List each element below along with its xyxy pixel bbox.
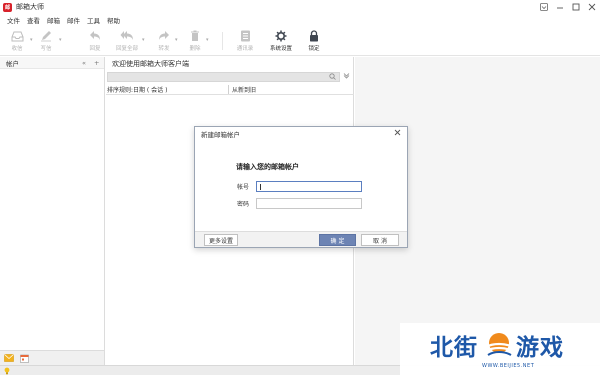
watermark-text-right: 游戏 xyxy=(516,335,564,361)
watermark-text-left: 北街 xyxy=(430,335,478,361)
collapse-icon[interactable]: « xyxy=(82,59,86,67)
menu-mailbox[interactable]: 邮箱 xyxy=(47,15,60,25)
mail-view-icon[interactable] xyxy=(3,353,14,364)
ok-button[interactable]: 确 定 xyxy=(319,234,356,246)
receive-icon xyxy=(11,28,24,43)
settings-button[interactable]: 系统设置 xyxy=(266,28,296,52)
compose-button[interactable]: 写信 xyxy=(31,28,61,52)
accounts-pane: 帐户 « + xyxy=(0,57,105,365)
compose-dropdown-icon[interactable]: ▾ xyxy=(59,37,62,43)
accounts-title: 帐户 xyxy=(6,59,19,68)
dialog-heading: 请输入您的邮箱帐户 xyxy=(236,163,299,171)
lightbulb-icon[interactable] xyxy=(4,367,10,375)
reply-all-icon xyxy=(120,28,134,43)
password-field[interactable] xyxy=(256,198,362,209)
contacts-label: 通讯录 xyxy=(236,46,254,52)
sort-rule[interactable]: 排序规则:日期 ( 会话 ) xyxy=(106,85,228,94)
trash-icon xyxy=(190,28,200,43)
dialog-title: 新建邮箱帐户 xyxy=(201,131,240,139)
menu-mail[interactable]: 邮件 xyxy=(67,15,80,25)
dialog-close-icon[interactable] xyxy=(394,129,401,138)
account-label: 帐号 xyxy=(237,184,250,191)
maximize-icon[interactable] xyxy=(570,1,582,12)
toolbar-divider xyxy=(222,32,223,50)
filter-icon[interactable] xyxy=(343,72,350,81)
reply-all-button[interactable]: 回复全部 xyxy=(112,28,142,52)
sort-order[interactable]: 从新到旧 xyxy=(232,85,256,94)
menu-file[interactable]: 文件 xyxy=(7,15,20,25)
minimize-icon[interactable] xyxy=(554,1,566,12)
search-icon[interactable] xyxy=(329,73,336,82)
lock-label: 锁定 xyxy=(308,46,320,52)
forward-label: 转发 xyxy=(158,46,170,52)
cancel-button[interactable]: 取 消 xyxy=(361,234,399,246)
text-cursor xyxy=(260,184,261,190)
dialog-body: 请输入您的邮箱帐户 帐号 密码 xyxy=(195,141,407,231)
more-settings-button[interactable]: 更多设置 xyxy=(204,234,238,246)
sort-bar: 排序规则:日期 ( 会话 ) 从新到旧 xyxy=(106,84,354,95)
lock-button[interactable]: 锁定 xyxy=(299,28,329,52)
settings-label: 系统设置 xyxy=(269,46,292,52)
lock-icon xyxy=(309,28,319,43)
reply-icon xyxy=(89,28,101,43)
dialog-footer: 更多设置 确 定 取 消 xyxy=(195,231,407,247)
left-pane-footer xyxy=(0,350,104,365)
reply-button[interactable]: 回复 xyxy=(80,28,110,52)
contacts-icon xyxy=(240,28,251,43)
calendar-icon[interactable] xyxy=(19,353,30,364)
search-input[interactable] xyxy=(107,72,340,82)
forward-dropdown-icon[interactable]: ▾ xyxy=(175,37,178,43)
window-title: 邮箱大师 xyxy=(16,3,44,11)
watermark-url: WWW.BEIJIE5.NET xyxy=(482,363,535,369)
app-logo-text: 邮 xyxy=(4,4,10,11)
compose-icon xyxy=(40,28,52,43)
search-row xyxy=(106,71,354,83)
menu-bar: 文件 查看 邮箱 邮件 工具 帮助 xyxy=(0,14,600,26)
dialog-title-bar: 新建邮箱帐户 xyxy=(195,127,407,141)
new-account-dialog: 新建邮箱帐户 请输入您的邮箱帐户 帐号 密码 更多设置 确 定 取 消 xyxy=(194,126,408,248)
reply-all-label: 回复全部 xyxy=(115,46,138,52)
reply-label: 回复 xyxy=(89,46,101,52)
skin-icon[interactable] xyxy=(538,1,550,12)
compose-label: 写信 xyxy=(40,46,52,52)
sort-divider xyxy=(228,84,229,94)
receive-label: 收信 xyxy=(11,46,23,52)
receive-button[interactable]: 收信 xyxy=(2,28,32,52)
reply-all-dropdown-icon[interactable]: ▾ xyxy=(142,37,145,43)
account-field[interactable] xyxy=(256,181,362,192)
window-controls xyxy=(538,1,598,12)
menu-view[interactable]: 查看 xyxy=(27,15,40,25)
menu-tools[interactable]: 工具 xyxy=(87,15,100,25)
title-bar: 邮 邮箱大师 xyxy=(0,0,600,14)
contacts-button[interactable]: 通讯录 xyxy=(230,28,260,52)
delete-dropdown-icon[interactable]: ▾ xyxy=(206,37,209,43)
close-icon[interactable] xyxy=(586,1,598,12)
menu-help[interactable]: 帮助 xyxy=(107,15,120,25)
accounts-header: 帐户 « + xyxy=(0,57,104,69)
password-label: 密码 xyxy=(237,201,250,208)
welcome-text: 欢迎使用邮箱大师客户端 xyxy=(112,60,189,68)
delete-label: 删除 xyxy=(189,46,201,52)
app-logo-icon: 邮 xyxy=(3,2,12,12)
add-account-icon[interactable]: + xyxy=(94,59,99,67)
watermark: 北街 游戏 WWW.BEIJIE5.NET xyxy=(400,323,600,375)
forward-icon xyxy=(158,28,170,43)
toolbar: 收信 ▾ 写信 ▾ 回复 回复全部 ▾ 转发 ▾ 删除 ▾ 通讯录 系统设置 锁… xyxy=(0,26,600,56)
watermark-sun-icon xyxy=(485,333,514,356)
gear-icon xyxy=(275,28,287,43)
